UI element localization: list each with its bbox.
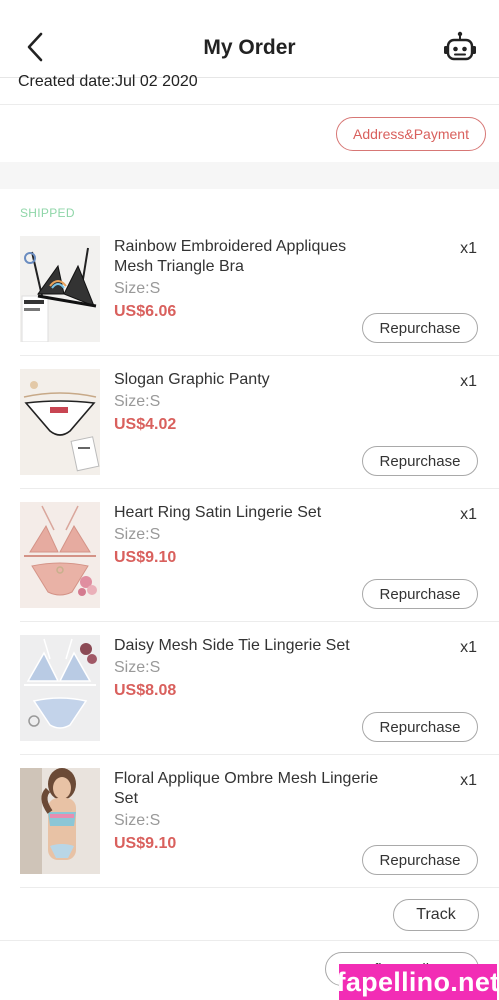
item-divider	[20, 488, 499, 489]
order-created-date: Created date:Jul 02 2020	[18, 73, 198, 90]
product-image[interactable]	[20, 369, 100, 475]
product-image[interactable]	[20, 768, 100, 874]
product-price: US$9.10	[114, 549, 177, 566]
product-quantity: x1	[460, 240, 477, 257]
address-payment-button[interactable]: Address&Payment	[336, 117, 486, 151]
product-image[interactable]	[20, 502, 100, 608]
repurchase-button[interactable]: Repurchase	[362, 845, 478, 875]
app-header: My Order	[0, 0, 499, 78]
product-quantity: x1	[460, 639, 477, 656]
product-price: US$4.02	[114, 416, 177, 433]
product-size: Size:S	[114, 280, 161, 297]
product-price: US$8.08	[114, 682, 177, 699]
product-quantity: x1	[460, 373, 477, 390]
item-divider	[20, 621, 499, 622]
product-name[interactable]: Rainbow Embroidered Appliques Mesh Trian…	[114, 237, 384, 277]
product-quantity: x1	[460, 506, 477, 523]
item-divider	[20, 887, 499, 888]
shipment-status: SHIPPED	[20, 206, 75, 220]
product-name[interactable]: Heart Ring Satin Lingerie Set	[114, 503, 384, 523]
divider	[0, 940, 499, 941]
watermark: fapellino.net	[337, 964, 499, 1000]
repurchase-button[interactable]: Repurchase	[362, 446, 478, 476]
product-size: Size:S	[114, 393, 161, 410]
robot-icon	[444, 31, 476, 61]
page-title: My Order	[203, 36, 296, 59]
item-divider	[20, 355, 499, 356]
section-gap	[0, 162, 499, 189]
divider	[0, 104, 499, 105]
product-image[interactable]	[20, 635, 100, 741]
customer-service-button[interactable]	[443, 30, 477, 64]
product-size: Size:S	[114, 812, 161, 829]
repurchase-button[interactable]: Repurchase	[362, 313, 478, 343]
product-image[interactable]	[20, 236, 100, 342]
product-price: US$9.10	[114, 835, 177, 852]
product-name[interactable]: Floral Applique Ombre Mesh Lingerie Set	[114, 769, 384, 809]
product-name[interactable]: Slogan Graphic Panty	[114, 370, 384, 390]
product-name[interactable]: Daisy Mesh Side Tie Lingerie Set	[114, 636, 384, 656]
repurchase-button[interactable]: Repurchase	[362, 579, 478, 609]
product-size: Size:S	[114, 526, 161, 543]
product-size: Size:S	[114, 659, 161, 676]
product-price: US$6.06	[114, 303, 177, 320]
product-quantity: x1	[460, 772, 477, 789]
track-button[interactable]: Track	[393, 899, 479, 931]
item-divider	[20, 754, 499, 755]
repurchase-button[interactable]: Repurchase	[362, 712, 478, 742]
